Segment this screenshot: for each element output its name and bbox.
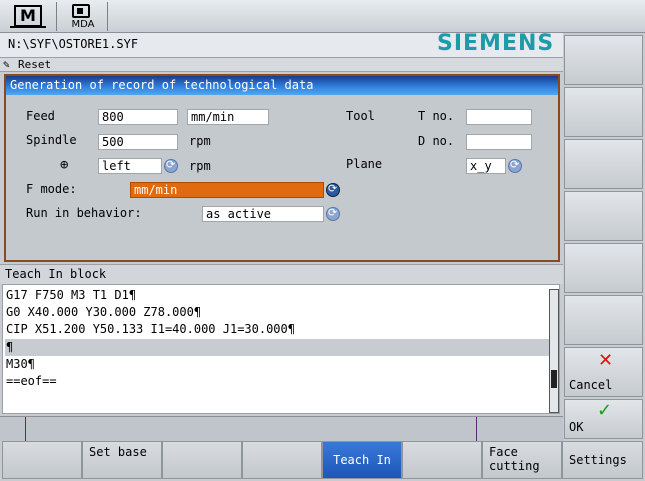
code-line[interactable]: G17 F750 M3 T1 D1¶ (5, 287, 549, 304)
feed-unit-field[interactable]: mm/min (187, 109, 269, 125)
softkey-teach-in[interactable]: Teach In (322, 441, 402, 479)
plane-dropdown-icon[interactable] (508, 158, 522, 173)
softkey-h3[interactable] (162, 441, 242, 479)
softkey-v5[interactable] (564, 243, 643, 293)
feed-input[interactable]: 800 (98, 109, 178, 125)
tool-label: Tool (346, 109, 375, 123)
runin-select[interactable]: as active (202, 206, 324, 222)
code-line-selected[interactable]: ¶ (5, 339, 549, 356)
softkey-set-base[interactable]: Set base (82, 441, 162, 479)
tno-input[interactable] (466, 109, 532, 125)
softkey-settings[interactable]: Settings (562, 441, 643, 479)
softkey-v1[interactable] (564, 35, 643, 85)
spindle-unit: rpm (189, 134, 211, 148)
softkey-h4[interactable] (242, 441, 322, 479)
code-line[interactable]: M30¶ (5, 356, 549, 373)
tno-label: T no. (418, 109, 455, 123)
dno-label: D no. (418, 134, 455, 148)
softkey-v2[interactable] (564, 87, 643, 137)
direction-select[interactable]: left (98, 158, 162, 174)
feed-label: Feed (26, 109, 55, 123)
divider (476, 417, 477, 441)
code-line[interactable]: ==eof== (5, 373, 549, 390)
divider (25, 417, 26, 441)
plane-select[interactable]: x_y (466, 158, 506, 174)
fmode-dropdown-icon[interactable] (326, 182, 340, 197)
code-line[interactable]: G0 X40.000 Y30.000 Z78.000¶ (5, 304, 549, 321)
machine-mode-icon: M (10, 5, 46, 28)
spindle-input[interactable]: 500 (98, 134, 178, 150)
fmode-select[interactable]: mm/min (130, 182, 324, 198)
editor-scrollbar[interactable] (549, 289, 559, 413)
program-editor[interactable]: G17 F750 M3 T1 D1¶ G0 X40.000 Y30.000 Z7… (2, 284, 560, 414)
dno-input[interactable] (466, 134, 532, 150)
status-bar: ✎ Reset (0, 57, 563, 72)
softkey-v6[interactable] (564, 295, 643, 345)
runin-dropdown-icon[interactable] (326, 206, 340, 221)
tech-data-dialog: Generation of record of technological da… (4, 74, 560, 262)
fmode-label: F mode: (26, 182, 77, 196)
mda-label: MDA (71, 19, 95, 30)
pencil-icon: ✎ (3, 58, 10, 71)
direction-unit: rpm (189, 159, 211, 173)
mda-mode-button[interactable]: MDA (58, 2, 108, 31)
ok-label: OK (569, 420, 584, 434)
code-line[interactable]: CIP X51.200 Y50.133 I1=40.000 J1=30.000¶ (5, 321, 549, 338)
runin-label: Run in behavior: (26, 206, 142, 220)
machine-mode-button[interactable]: M (2, 2, 57, 31)
softkey-v4[interactable] (564, 191, 643, 241)
softkey-h1[interactable] (2, 441, 82, 479)
program-path: N:\SYF\OSTORE1.SYF (8, 37, 139, 51)
softkey-v3[interactable] (564, 139, 643, 189)
cancel-label: Cancel (569, 378, 613, 392)
ok-button[interactable]: ✓ OK (564, 399, 643, 439)
plane-label: Plane (346, 157, 383, 171)
softkey-h6[interactable] (402, 441, 482, 479)
cancel-button[interactable]: ✕ Cancel (564, 347, 643, 397)
direction-dropdown-icon[interactable] (164, 158, 178, 173)
softkey-face-cutting[interactable]: Face cutting (482, 441, 562, 479)
teach-in-title: Teach In block (5, 267, 107, 281)
siemens-logo: SIEMENS (437, 31, 555, 56)
red-x-icon: ✕ (598, 350, 614, 371)
dialog-title: Generation of record of technological da… (6, 76, 558, 95)
spindle-label: Spindle (26, 133, 77, 147)
mode-bar: M MDA (0, 0, 645, 33)
teach-in-header: Teach In block (0, 264, 563, 284)
crosshair-icon: ⊕ (60, 157, 69, 173)
info-bar (0, 416, 563, 441)
status-text: Reset (18, 58, 52, 71)
mda-icon (72, 4, 90, 18)
scrollbar-thumb[interactable] (551, 370, 557, 388)
green-check-icon: ✓ (597, 400, 613, 421)
